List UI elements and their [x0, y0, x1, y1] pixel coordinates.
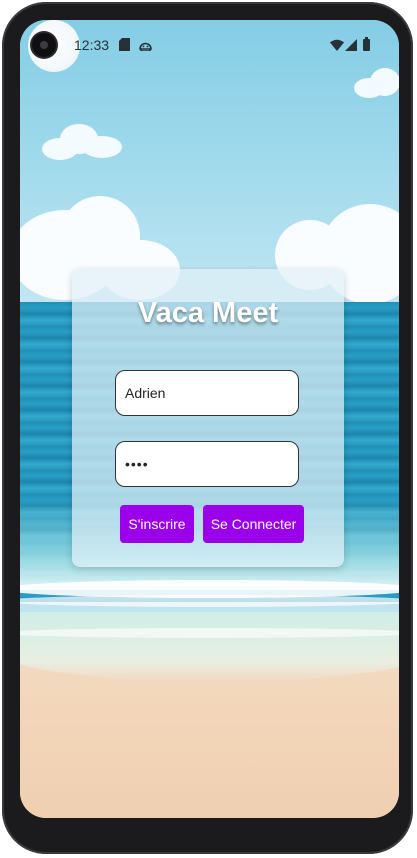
sd-card-icon: [119, 38, 130, 54]
wave-foam: [20, 595, 399, 607]
status-bar: 12:33: [20, 20, 399, 70]
login-button[interactable]: Se Connecter: [203, 505, 304, 543]
password-field[interactable]: ••••: [115, 441, 299, 487]
signal-icon: [345, 38, 357, 54]
battery-icon: [363, 37, 370, 54]
shore-foam: [20, 628, 399, 638]
status-time: 12:33: [74, 37, 110, 53]
wet-sand: [20, 612, 399, 682]
username-value: Adrien: [125, 385, 166, 401]
phone-frame: 12:33 Vaca Meet Adrien •••• S'inscrire S…: [2, 2, 413, 854]
screen: 12:33 Vaca Meet Adrien •••• S'inscrire S…: [20, 20, 399, 818]
login-button-label: Se Connecter: [210, 516, 297, 532]
wifi-icon: [330, 38, 344, 54]
signup-button[interactable]: S'inscrire: [120, 505, 194, 543]
app-title: Vaca Meet: [137, 297, 279, 329]
login-card: Vaca Meet Adrien •••• S'inscrire Se Conn…: [72, 269, 344, 567]
password-value: ••••: [125, 456, 149, 472]
signup-button-label: S'inscrire: [128, 516, 186, 532]
username-field[interactable]: Adrien: [115, 370, 299, 416]
camera-cutout: [32, 33, 56, 57]
android-icon: [139, 38, 152, 54]
